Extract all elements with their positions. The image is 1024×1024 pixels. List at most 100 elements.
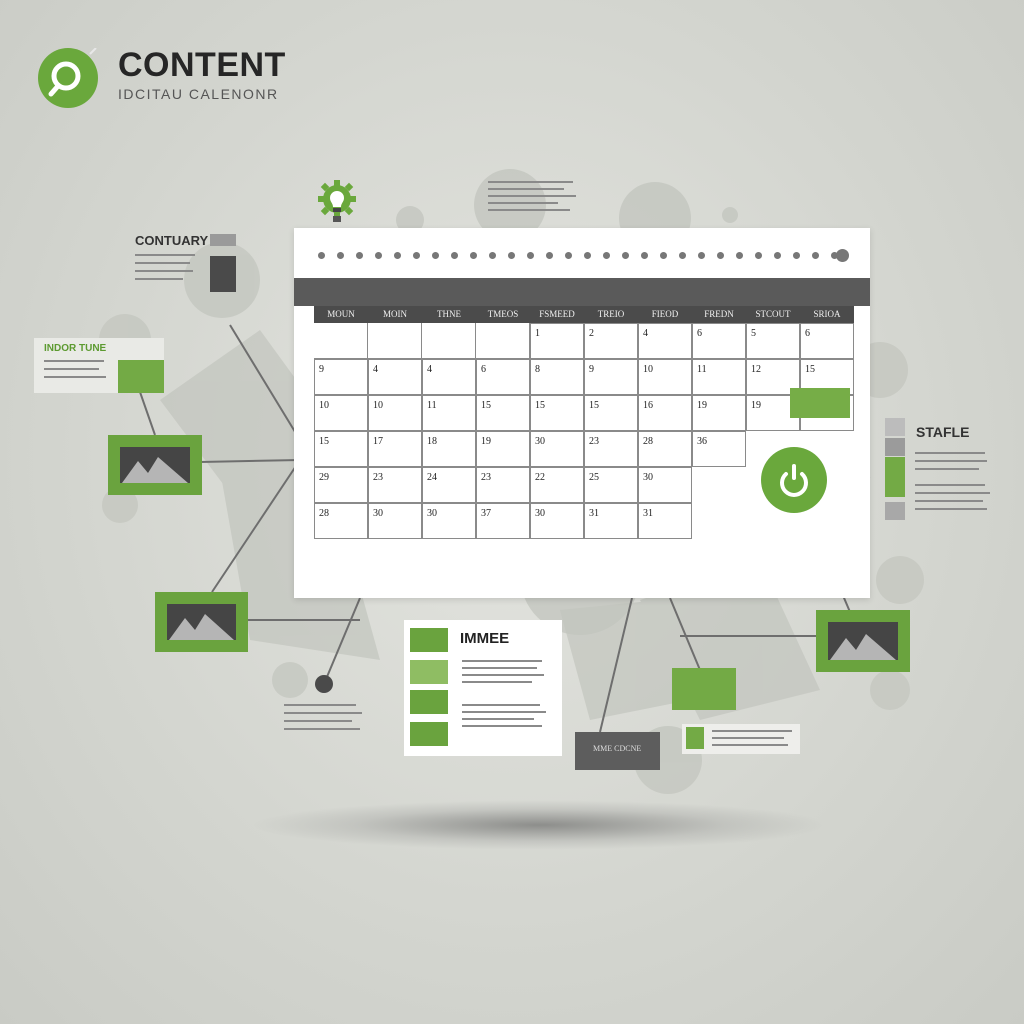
brand-subtitle: IDCITAU CALENONR <box>118 86 279 102</box>
weekday-label: MOUN <box>327 309 355 319</box>
calendar-day-number: 23 <box>481 472 491 483</box>
calendar-day-cell[interactable]: 23 <box>584 431 638 467</box>
calendar-day-number: 6 <box>697 328 702 339</box>
calendar-day-cell[interactable]: 11 <box>422 395 476 431</box>
calendar-day-number: 1 <box>535 328 540 339</box>
binding-ring <box>470 252 477 259</box>
calendar-day-number: 4 <box>643 328 648 339</box>
binding-ring <box>679 252 686 259</box>
weekday-label: TMEOS <box>487 309 519 319</box>
calendar-day-cell[interactable]: 30 <box>530 503 584 539</box>
calendar-day-number: 30 <box>427 508 437 519</box>
search-icon <box>38 48 98 108</box>
weekday-label: STCOUT <box>755 309 791 319</box>
mountain-image-icon <box>830 634 896 660</box>
calendar-day-cell[interactable]: 24 <box>422 467 476 503</box>
calendar-day-cell[interactable]: 19 <box>692 395 746 431</box>
binding-ring <box>527 252 534 259</box>
brand-title: CONTENT <box>118 46 286 84</box>
calendar-day-cell[interactable] <box>422 323 476 359</box>
calendar-day-number: 9 <box>589 364 594 375</box>
calendar-day-cell[interactable]: 6 <box>692 323 746 359</box>
calendar-day-number: 15 <box>481 400 491 411</box>
calendar-day-number: 24 <box>427 472 437 483</box>
calendar-day-number: 8 <box>535 364 540 375</box>
calendar-day-cell[interactable]: 36 <box>692 431 746 467</box>
calendar-day-cell[interactable]: 30 <box>638 467 692 503</box>
calendar-day-number: 30 <box>535 508 545 519</box>
calendar-day-cell[interactable]: 6 <box>800 323 854 359</box>
calendar-day-cell[interactable]: 1 <box>530 323 584 359</box>
calendar-day-cell[interactable]: 23 <box>368 467 422 503</box>
calendar-day-number: 6 <box>805 328 810 339</box>
calendar-day-cell[interactable]: 17 <box>368 431 422 467</box>
calendar-day-cell[interactable]: 10 <box>368 395 422 431</box>
calendar-day-cell[interactable]: 25 <box>584 467 638 503</box>
indor-tune-block <box>118 360 164 393</box>
calendar-day-cell[interactable]: 9 <box>584 359 638 395</box>
calendar-day-cell[interactable]: 22 <box>530 467 584 503</box>
calendar-day-cell[interactable]: 6 <box>476 359 530 395</box>
calendar-day-cell[interactable]: 10 <box>638 359 692 395</box>
calendar-day-cell[interactable]: 15 <box>584 395 638 431</box>
calendar-day-cell[interactable]: 11 <box>692 359 746 395</box>
calendar-day-cell[interactable]: 30 <box>368 503 422 539</box>
calendar-day-cell[interactable]: 28 <box>314 503 368 539</box>
calendar-day-cell[interactable]: 37 <box>476 503 530 539</box>
calendar-day-cell[interactable]: 4 <box>368 359 422 395</box>
calendar-day-cell[interactable] <box>476 323 530 359</box>
calendar-day-number: 4 <box>373 364 378 375</box>
calendar-day-cell[interactable]: 15 <box>530 395 584 431</box>
image-card-3 <box>816 610 910 672</box>
calendar-day-cell[interactable]: 23 <box>476 467 530 503</box>
calendar-day-cell[interactable]: 10 <box>314 395 368 431</box>
power-icon[interactable] <box>760 446 828 514</box>
stafle-label: STAFLE <box>916 424 970 440</box>
calendar-day-number: 28 <box>319 508 329 519</box>
calendar-day-cell[interactable]: 31 <box>584 503 638 539</box>
calendar-card: MOUN MOIN THNE TMEOS FSMEED TREIO FIEOD … <box>294 228 870 598</box>
calendar-day-cell[interactable]: 18 <box>422 431 476 467</box>
calendar-day-cell[interactable] <box>368 323 422 359</box>
binding-ring <box>489 252 496 259</box>
binding-ring <box>736 252 743 259</box>
binding-ring <box>603 252 610 259</box>
calendar-day-cell[interactable]: 19 <box>476 431 530 467</box>
binding-ring <box>793 252 800 259</box>
calendar-day-cell[interactable]: 8 <box>530 359 584 395</box>
immee-swatch <box>410 628 448 652</box>
calendar-day-cell[interactable]: 4 <box>422 359 476 395</box>
binding-ring <box>812 252 819 259</box>
calendar-day-cell[interactable]: 4 <box>638 323 692 359</box>
calendar-day-cell[interactable]: 28 <box>638 431 692 467</box>
contuary-label: CONTUARY <box>135 233 209 248</box>
calendar-day-cell[interactable]: 29 <box>314 467 368 503</box>
calendar-day-cell[interactable]: 5 <box>746 323 800 359</box>
calendar-day-cell[interactable] <box>314 323 368 359</box>
floor-shadow <box>250 800 830 850</box>
calendar-day-cell[interactable]: 9 <box>314 359 368 395</box>
calendar-day-cell[interactable]: 31 <box>638 503 692 539</box>
binding-ring <box>413 252 420 259</box>
calendar-day-number: 31 <box>643 508 653 519</box>
calendar-day-cell[interactable]: 30 <box>530 431 584 467</box>
weekday-label: FIEOD <box>651 309 679 319</box>
calendar-day-number: 6 <box>481 364 486 375</box>
calendar-day-cell[interactable]: 15 <box>314 431 368 467</box>
immee-title: IMMEE <box>460 630 510 647</box>
stafle-bar-gray <box>885 418 905 436</box>
binding-ring <box>584 252 591 259</box>
calendar-day-number: 19 <box>697 400 707 411</box>
weekday-label: THNE <box>437 309 461 319</box>
binding-ring <box>641 252 648 259</box>
binding-ring <box>375 252 382 259</box>
calendar-day-number: 10 <box>319 400 329 411</box>
calendar-day-cell[interactable]: 30 <box>422 503 476 539</box>
calendar-day-cell[interactable]: 16 <box>638 395 692 431</box>
calendar-day-cell[interactable]: 15 <box>476 395 530 431</box>
binding-ring <box>318 252 325 259</box>
weekday-label: SRIOA <box>813 309 841 319</box>
calendar-day-cell[interactable]: 2 <box>584 323 638 359</box>
calendar-day-number: 10 <box>643 364 653 375</box>
calendar-day-number: 22 <box>535 472 545 483</box>
